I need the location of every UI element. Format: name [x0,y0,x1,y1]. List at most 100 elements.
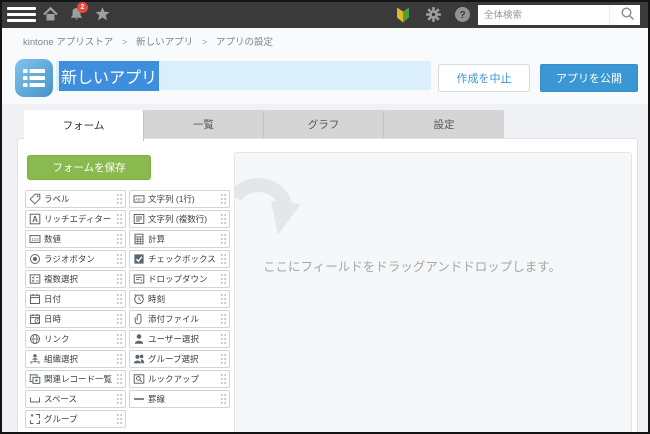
palette-item-related[interactable]: 関連レコード一覧 [25,370,126,388]
palette-item-textmulti[interactable]: 文字列 (複数行) [129,210,230,228]
app-name-selected-text: 新しいアプリ [59,60,160,91]
menu-icon[interactable] [7,7,36,25]
link-icon [29,333,41,345]
drag-handle-icon[interactable] [116,213,123,225]
tab-settings[interactable]: 設定 [384,110,504,138]
breadcrumb-link-new-app[interactable]: 新しいアプリ [136,37,193,48]
palette-item-label: 計算 [148,234,166,244]
notification-badge: 2 [77,2,88,13]
palette-item-datetime[interactable]: 日時 [25,310,126,328]
palette-item-multiselect[interactable]: 複数選択 [25,270,126,288]
drag-handle-icon[interactable] [220,193,227,205]
palette-item-space[interactable]: スペース [25,390,126,408]
drop-arrow-icon [235,178,301,235]
drag-handle-icon[interactable] [116,233,123,245]
app-name-input[interactable]: 新しいアプリ [56,60,431,91]
svg-text:123: 123 [31,237,39,242]
palette-item-label: 添付ファイル [148,314,200,324]
help-icon[interactable]: ? [454,6,472,24]
drag-handle-icon[interactable] [220,313,227,325]
cancel-creation-button[interactable]: 作成を中止 [438,64,530,92]
palette-item-dropdown[interactable]: ドロップダウン [129,270,230,288]
textmulti-icon [133,213,145,225]
settings-gear-icon[interactable] [425,6,443,24]
drag-handle-icon[interactable] [116,313,123,325]
user-icon [133,333,145,345]
hr-icon [133,393,145,405]
palette-item-link[interactable]: リンク [25,330,126,348]
palette-item-text1[interactable]: ABC 文字列 (1行) [129,190,230,208]
drag-handle-icon[interactable] [116,253,123,265]
drag-handle-icon[interactable] [116,193,123,205]
palette-item-label: ユーザー選択 [148,334,199,344]
global-header: 2 ? [2,2,648,28]
palette-item-label: グループ [44,414,78,424]
palette-item-label: ドロップダウン [148,274,208,284]
palette-item-user[interactable]: ユーザー選択 [129,330,230,348]
palette-item-checkbox[interactable]: チェックボックス [129,250,230,268]
palette-item-label: スペース [44,394,77,404]
palette-item-time[interactable]: 時刻 [129,290,230,308]
palette-item-date[interactable]: 日付 [25,290,126,308]
drag-handle-icon[interactable] [220,273,227,285]
palette-item-richtext[interactable]: A リッチエディター [25,210,126,228]
app-list-icon [23,69,45,87]
breadcrumb-separator: > [201,37,208,48]
datetime-icon [29,313,41,325]
palette-item-label: リッチエディター [44,214,112,224]
drag-handle-icon[interactable] [220,233,227,245]
tab-list[interactable]: 一覧 [144,110,264,138]
svg-text:ABC: ABC [135,198,143,202]
app-icon [15,59,53,97]
palette-item-radio[interactable]: ラジオボタン [25,250,126,268]
tag-icon [29,193,41,205]
palette-item-org[interactable]: 組織選択 [25,350,126,368]
getting-started-icon[interactable] [394,6,412,24]
palette-item-users[interactable]: グループ選択 [129,350,230,368]
notifications-bell-icon[interactable]: 2 [68,2,88,24]
search-button[interactable] [609,5,640,25]
dropzone-hint-text: ここにフィールドをドラッグアンドドロップします。 [263,260,562,274]
publish-app-button[interactable]: アプリを公開 [540,64,638,92]
palette-item-hr[interactable]: 罫線 [129,390,230,408]
drag-handle-icon[interactable] [220,293,227,305]
drag-handle-icon[interactable] [116,353,123,365]
space-icon [29,393,41,405]
palette-item-label: 罫線 [148,394,166,404]
drag-handle-icon[interactable] [116,393,123,405]
drag-handle-icon[interactable] [220,353,227,365]
search-icon [621,7,634,20]
drag-handle-icon[interactable] [220,393,227,405]
drag-handle-icon[interactable] [116,413,123,425]
palette-item-groupfield[interactable]: グループ [25,410,126,428]
home-icon[interactable] [42,6,60,24]
drag-handle-icon[interactable] [220,373,227,385]
form-dropzone[interactable]: ここにフィールドをドラッグアンドドロップします。 [234,152,632,432]
drag-handle-icon[interactable] [116,273,123,285]
global-search-input[interactable] [478,5,609,25]
palette-item-label: ラジオボタン [44,254,95,264]
drag-handle-icon[interactable] [116,333,123,345]
palette-item-attach[interactable]: 添付ファイル [129,310,230,328]
org-icon [29,353,41,365]
palette-item-label: 文字列 (1行) [148,194,195,204]
palette-item-label: 組織選択 [44,354,79,364]
field-palette-left: ラベル A リッチエディター 123 数値ラジオボタン複数選択日付日時リンク組織選択関連… [25,190,126,430]
palette-item-lookup[interactable]: ルックアップ [129,370,230,388]
drag-handle-icon[interactable] [116,293,123,305]
palette-item-label: 関連レコード一覧 [44,374,113,384]
tab-form[interactable]: フォーム [24,110,144,141]
drag-handle-icon[interactable] [220,333,227,345]
breadcrumb-link-appstore[interactable]: kintone アプリストア [23,37,113,48]
palette-item-calc[interactable]: 計算 [129,230,230,248]
attach-icon [133,313,145,325]
save-form-button[interactable]: フォームを保存 [27,155,151,180]
palette-item-number[interactable]: 123 数値 [25,230,126,248]
favorites-star-icon[interactable] [94,6,112,24]
drag-handle-icon[interactable] [220,213,227,225]
tab-chart[interactable]: グラフ [264,110,384,138]
drag-handle-icon[interactable] [116,373,123,385]
drag-handle-icon[interactable] [220,253,227,265]
lookup-icon [133,373,145,385]
palette-item-tag[interactable]: ラベル [25,190,126,208]
